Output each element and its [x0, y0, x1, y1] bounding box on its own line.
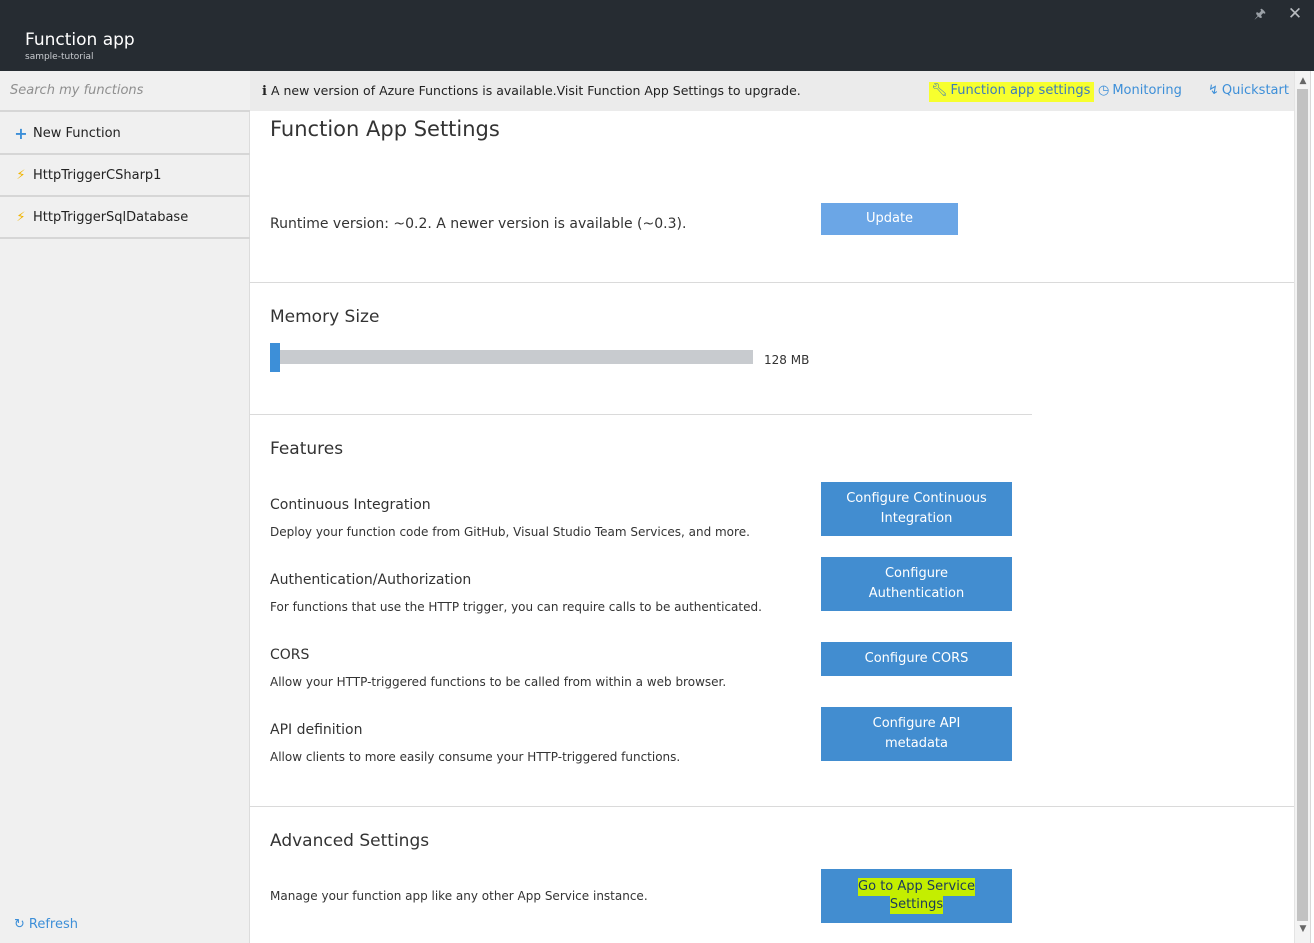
sidebar-item-httptriggercsharp1[interactable]: ⚡ HttpTriggerCSharp1: [0, 155, 250, 197]
quickstart-link[interactable]: ↯ Quickstart: [1208, 82, 1289, 102]
memory-slider-track[interactable]: [270, 350, 753, 364]
clock-icon: ◷: [1098, 83, 1110, 98]
button-label: Configure CORS: [864, 651, 969, 666]
window-edge: [1310, 71, 1314, 943]
button-label-line1: Configure Continuous: [846, 491, 987, 506]
sidebar: + New Function ⚡ HttpTriggerCSharp1 ⚡ Ht…: [0, 71, 250, 943]
monitoring-link[interactable]: ◷ Monitoring: [1098, 82, 1182, 102]
button-label-line2: Integration: [880, 511, 953, 526]
memory-size-heading: Memory Size: [270, 307, 380, 327]
wrench-icon: 🔧︎: [931, 83, 948, 98]
function-bolt-icon: ⚡: [16, 209, 26, 225]
title-bar: Function app sample-tutorial 🖈 ✕: [0, 0, 1314, 71]
advanced-settings-heading: Advanced Settings: [270, 831, 430, 851]
memory-size-value: 128 MB: [764, 353, 810, 367]
feature-title-api-definition: API definition: [270, 722, 363, 738]
update-button[interactable]: Update: [821, 203, 958, 235]
feature-title-authentication: Authentication/Authorization: [270, 572, 472, 588]
button-label-line1: Configure: [884, 566, 948, 581]
sidebar-item-label: HttpTriggerSqlDatabase: [33, 209, 189, 225]
bolt-icon: ↯: [1208, 83, 1219, 98]
search-input[interactable]: [0, 71, 250, 110]
page-title: Function App Settings: [270, 117, 500, 141]
blade-title: Function app: [25, 30, 135, 50]
quickstart-label: Quickstart: [1221, 83, 1289, 98]
plus-icon: +: [14, 123, 28, 143]
function-app-settings-link[interactable]: 🔧︎ Function app settings: [929, 82, 1095, 102]
refresh-button[interactable]: ↻ Refresh: [14, 917, 78, 932]
feature-desc-api-definition: Allow clients to more easily consume you…: [270, 750, 681, 764]
divider: [250, 806, 1294, 807]
button-label-line1: Configure API: [872, 716, 961, 731]
runtime-version-text: Runtime version: ~0.2. A newer version i…: [270, 216, 687, 232]
search-box: [0, 71, 250, 112]
memory-slider-handle[interactable]: [270, 343, 280, 372]
feature-desc-cors: Allow your HTTP-triggered functions to b…: [270, 675, 727, 689]
button-label-line2: Settings: [889, 896, 944, 914]
sidebar-item-httptriggersqldatabase[interactable]: ⚡ HttpTriggerSqlDatabase: [0, 197, 250, 239]
close-icon[interactable]: ✕: [1286, 4, 1304, 24]
vertical-scrollbar[interactable]: ▲ ▼: [1294, 71, 1310, 943]
button-label-line2: metadata: [884, 736, 948, 751]
features-heading: Features: [270, 439, 344, 459]
configure-authentication-button[interactable]: Configure Authentication: [821, 557, 1012, 611]
monitoring-label: Monitoring: [1112, 83, 1182, 98]
divider: [250, 282, 1294, 283]
configure-cors-button[interactable]: Configure CORS: [821, 642, 1012, 676]
scroll-down-icon[interactable]: ▼: [1295, 923, 1311, 935]
feature-desc-authentication: For functions that use the HTTP trigger,…: [270, 600, 762, 614]
info-icon: i: [262, 84, 267, 99]
function-app-settings-label: Function app settings: [950, 83, 1091, 98]
scrollbar-thumb[interactable]: [1297, 89, 1308, 921]
notification-bar: iA new version of Azure Functions is ava…: [250, 71, 1294, 111]
button-label-line2: Authentication: [868, 586, 965, 601]
configure-continuous-integration-button[interactable]: Configure Continuous Integration: [821, 482, 1012, 536]
feature-desc-continuous-integration: Deploy your function code from GitHub, V…: [270, 525, 750, 539]
refresh-icon: ↻: [14, 917, 25, 932]
function-bolt-icon: ⚡: [16, 167, 26, 183]
main-content: Function App Settings Runtime version: ~…: [250, 111, 1294, 943]
configure-api-metadata-button[interactable]: Configure API metadata: [821, 707, 1012, 761]
feature-title-cors: CORS: [270, 647, 310, 663]
sidebar-item-label: New Function: [33, 125, 121, 141]
go-to-app-service-settings-button[interactable]: Go to App Service Settings: [821, 869, 1012, 923]
scroll-up-icon[interactable]: ▲: [1295, 75, 1311, 87]
refresh-label: Refresh: [28, 917, 78, 932]
upgrade-message: iA new version of Azure Functions is ava…: [262, 83, 801, 99]
sidebar-item-new-function[interactable]: + New Function: [0, 113, 250, 155]
feature-title-continuous-integration: Continuous Integration: [270, 497, 431, 513]
blade-subtitle: sample-tutorial: [25, 52, 94, 62]
sidebar-item-label: HttpTriggerCSharp1: [33, 167, 162, 183]
update-button-label: Update: [865, 211, 914, 226]
advanced-settings-desc: Manage your function app like any other …: [270, 889, 648, 903]
divider: [250, 414, 1032, 415]
button-label-line1: Go to App Service: [858, 878, 975, 896]
pin-icon[interactable]: 🖈: [1252, 7, 1268, 23]
upgrade-message-text: A new version of Azure Functions is avai…: [270, 83, 801, 98]
